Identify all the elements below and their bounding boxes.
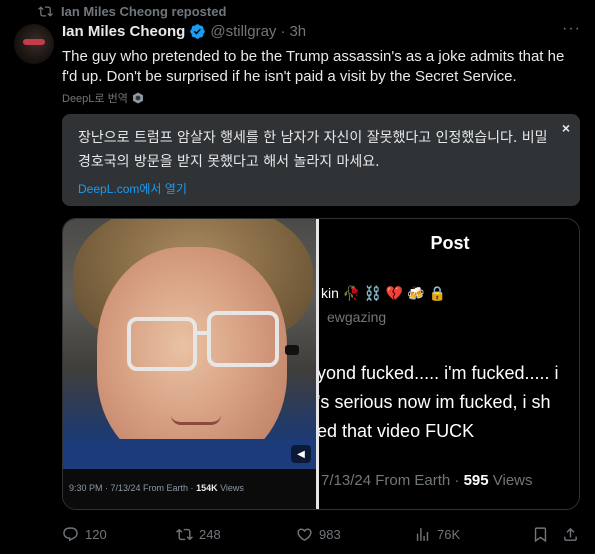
verified-badge-icon: [190, 24, 206, 39]
mute-toggle-icon[interactable]: ◀: [291, 445, 311, 463]
screenshot-line: yond fucked..... i'm fucked..... i: [319, 363, 559, 383]
share-button[interactable]: [562, 526, 579, 543]
video-caption: 9:30 PM · 7/13/24 From Earth · 154K View…: [69, 483, 244, 493]
screenshot-name: kin: [321, 285, 339, 301]
rose-emoji: 🥀: [342, 285, 361, 301]
reply-icon: [63, 526, 78, 541]
repost-count: 248: [199, 526, 221, 542]
translate-link[interactable]: DeepL로 번역: [62, 90, 144, 106]
repost-label: Ian Miles Cheong reposted: [61, 4, 227, 19]
translate-label: DeepL로 번역: [62, 93, 128, 105]
reply-count: 120: [85, 526, 107, 542]
screenshot-handle: ewgazing: [327, 309, 387, 325]
close-translation-icon[interactable]: ×: [562, 120, 570, 136]
views-count: 76K: [437, 526, 461, 542]
repost-button[interactable]: 248: [176, 526, 221, 543]
deepl-icon: [132, 92, 143, 104]
screenshot-image[interactable]: Post kin 🥀 ⛓️ 💔 🍻 🔒 ewgazing yond fucked.....…: [319, 219, 579, 509]
like-button[interactable]: 983: [296, 526, 341, 543]
heart-icon: [297, 527, 312, 541]
bookmark-button[interactable]: [532, 526, 549, 543]
screenshot-line: 's serious now im fucked, i sh: [319, 392, 551, 412]
screenshot-meta-prefix: 7/13/24 From Earth ·: [321, 472, 464, 489]
views-button[interactable]: 76K: [414, 526, 460, 543]
author-handle[interactable]: @stillgray: [210, 23, 276, 40]
translation-panel: 장난으로 트럼프 암살자 행세를 한 남자가 자신이 잘못했다고 인정했습니다.…: [62, 114, 580, 206]
bookmark-icon: [534, 526, 547, 542]
analytics-icon: [416, 527, 429, 541]
screenshot-name-line: kin 🥀 ⛓️ 💔 🍻 🔒: [321, 285, 450, 302]
screenshot-post-text: yond fucked..... i'm fucked..... i 's se…: [319, 359, 559, 446]
video-thumbnail[interactable]: [63, 219, 316, 469]
separator-dot: ·: [280, 23, 286, 40]
video-caption-views-label: Views: [217, 483, 244, 493]
reply-button[interactable]: 120: [62, 526, 107, 543]
more-options-icon[interactable]: ···: [562, 20, 581, 38]
video-player[interactable]: ◀ 9:30 PM · 7/13/24 From Earth · 154K Vi…: [63, 219, 316, 509]
repost-indicator[interactable]: Ian Miles Cheong reposted: [38, 4, 226, 19]
broken-heart-emoji: 💔: [385, 285, 404, 301]
repost-icon: [38, 6, 53, 17]
screenshot-meta: 7/13/24 From Earth · 595 Views: [321, 472, 533, 489]
avatar[interactable]: [14, 24, 54, 64]
video-caption-views-count: 154K: [196, 483, 218, 493]
like-count: 983: [319, 526, 341, 542]
tweet-text: The guy who pretended to be the Trump as…: [62, 48, 565, 85]
chain-emoji: ⛓️: [364, 285, 382, 301]
action-bar: 120 248 983 76K: [62, 522, 580, 546]
open-in-deepl-link[interactable]: DeepL.com에서 열기: [78, 180, 187, 197]
screenshot-views-count: 595: [463, 472, 489, 489]
author-name[interactable]: Ian Miles Cheong: [62, 23, 185, 40]
share-icon: [564, 527, 577, 541]
tweet-header: Ian Miles Cheong @stillgray · 3h: [62, 23, 306, 40]
post-time[interactable]: 3h: [289, 23, 306, 40]
screenshot-title: Post: [430, 233, 470, 253]
video-caption-time: 9:30 PM · 7/13/24 From Earth ·: [69, 483, 197, 493]
beer-emoji: 🍻: [407, 285, 425, 301]
translation-text: 장난으로 트럼프 암살자 행세를 한 남자가 자신이 잘못했다고 인정했습니다.…: [78, 130, 548, 170]
media-grid[interactable]: ◀ 9:30 PM · 7/13/24 From Earth · 154K Vi…: [62, 218, 580, 510]
screenshot-line: ed that video FUCK: [319, 421, 475, 441]
retweet-icon: [176, 528, 193, 540]
screenshot-views-label: Views: [488, 472, 533, 489]
lock-icon: 🔒: [428, 285, 447, 301]
